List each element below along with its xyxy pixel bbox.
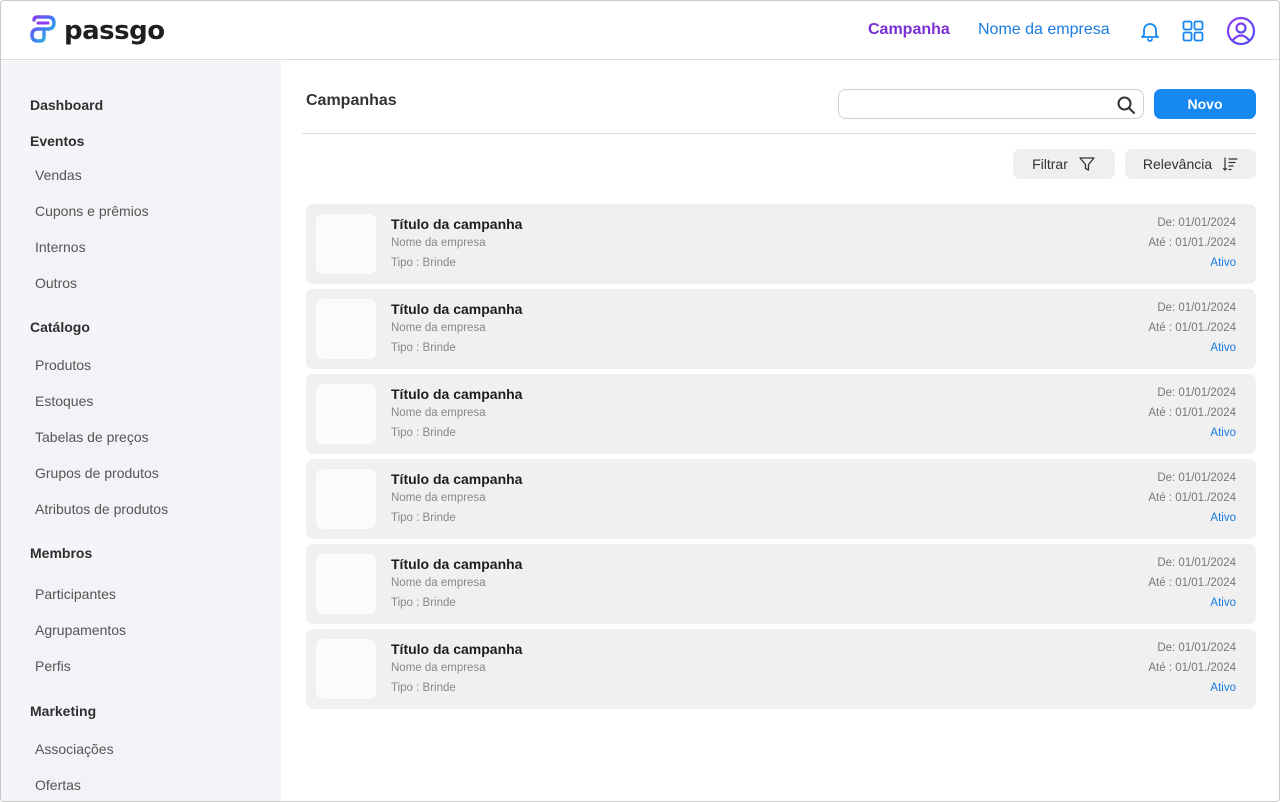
campaign-title: Título da campanha <box>391 471 523 487</box>
campaign-end-date: Até : 01/01./2024 <box>1148 322 1236 334</box>
campaign-start-date: De: 01/01/2024 <box>1157 557 1236 569</box>
sidebar-section-eventos[interactable]: Eventos <box>30 133 84 149</box>
campaign-card[interactable]: Título da campanha Nome da empresa Tipo … <box>306 459 1256 539</box>
filter-button[interactable]: Filtrar <box>1013 149 1115 179</box>
campaign-start-date: De: 01/01/2024 <box>1157 217 1236 229</box>
new-campaign-button[interactable]: Novo <box>1154 89 1256 119</box>
search-input[interactable] <box>839 90 1109 118</box>
campaign-end-date: Até : 01/01./2024 <box>1148 577 1236 589</box>
sidebar-section-membros[interactable]: Membros <box>30 545 92 561</box>
sidebar-item-tabelas-precos[interactable]: Tabelas de preços <box>31 423 255 451</box>
campaign-thumbnail <box>316 299 376 359</box>
campaign-end-date: Até : 01/01./2024 <box>1148 662 1236 674</box>
apps-grid-icon[interactable] <box>1179 17 1207 45</box>
campaign-status: Ativo <box>1210 342 1236 354</box>
bell-icon[interactable] <box>1136 17 1164 45</box>
campaign-card[interactable]: Título da campanha Nome da empresa Tipo … <box>306 204 1256 284</box>
sort-label: Relevância <box>1142 156 1213 172</box>
sidebar-section-catalogo[interactable]: Catálogo <box>30 319 90 335</box>
sidebar-item-internos[interactable]: Internos <box>31 233 255 261</box>
campaign-title: Título da campanha <box>391 386 523 402</box>
page-title: Campanhas <box>306 92 397 109</box>
campaign-company: Nome da empresa <box>391 407 486 419</box>
campaign-thumbnail <box>316 384 376 444</box>
campaign-start-date: De: 01/01/2024 <box>1157 472 1236 484</box>
sidebar-item-agrupamentos[interactable]: Agrupamentos <box>31 616 255 644</box>
sidebar-item-cupons[interactable]: Cupons e prêmios <box>31 197 255 225</box>
campaign-thumbnail <box>316 554 376 614</box>
sidebar: Dashboard Eventos Vendas Cupons e prêmio… <box>1 61 281 801</box>
top-bar: passgo Campanha Nome da empresa <box>1 1 1279 60</box>
nav-campanha-link[interactable]: Campanha <box>868 21 950 39</box>
sort-icon <box>1223 157 1238 171</box>
sidebar-section-dashboard[interactable]: Dashboard <box>30 97 103 113</box>
campaign-company: Nome da empresa <box>391 662 486 674</box>
campaign-card[interactable]: Título da campanha Nome da empresa Tipo … <box>306 289 1256 369</box>
sidebar-item-associacoes[interactable]: Associações <box>31 735 255 763</box>
campaign-status: Ativo <box>1210 427 1236 439</box>
sidebar-section-marketing[interactable]: Marketing <box>30 703 96 719</box>
passgo-logo-icon <box>30 15 56 43</box>
sidebar-item-estoques[interactable]: Estoques <box>31 387 255 415</box>
brand-name: passgo <box>64 16 165 46</box>
campaign-start-date: De: 01/01/2024 <box>1157 387 1236 399</box>
search-icon[interactable] <box>1116 95 1136 115</box>
filter-label: Filtrar <box>1032 156 1068 172</box>
campaign-thumbnail <box>316 469 376 529</box>
campaign-start-date: De: 01/01/2024 <box>1157 302 1236 314</box>
campaign-thumbnail <box>316 214 376 274</box>
sidebar-item-grupos-produtos[interactable]: Grupos de produtos <box>31 459 255 487</box>
campaign-company: Nome da empresa <box>391 492 486 504</box>
campaign-status: Ativo <box>1210 682 1236 694</box>
header-divider <box>302 133 1256 134</box>
campaign-status: Ativo <box>1210 597 1236 609</box>
app-window: passgo Campanha Nome da empresa Dashboar… <box>0 0 1280 802</box>
sort-button[interactable]: Relevância <box>1125 149 1256 179</box>
campaign-title: Título da campanha <box>391 216 523 232</box>
campaign-start-date: De: 01/01/2024 <box>1157 642 1236 654</box>
sidebar-item-outros[interactable]: Outros <box>31 269 255 297</box>
sidebar-item-produtos[interactable]: Produtos <box>31 351 255 379</box>
campaign-company: Nome da empresa <box>391 322 486 334</box>
campaign-company: Nome da empresa <box>391 577 486 589</box>
campaign-type: Tipo : Brinde <box>391 427 456 439</box>
sidebar-item-ofertas[interactable]: Ofertas <box>31 771 255 799</box>
campaign-status: Ativo <box>1210 257 1236 269</box>
brand-logo[interactable]: passgo <box>28 15 165 47</box>
search-box <box>838 89 1144 119</box>
sidebar-item-participantes[interactable]: Participantes <box>31 580 255 608</box>
campaign-end-date: Até : 01/01./2024 <box>1148 492 1236 504</box>
company-selector[interactable]: Nome da empresa <box>978 21 1110 39</box>
campaign-card[interactable]: Título da campanha Nome da empresa Tipo … <box>306 629 1256 709</box>
user-avatar-icon[interactable] <box>1225 15 1257 47</box>
campaign-status: Ativo <box>1210 512 1236 524</box>
campaign-type: Tipo : Brinde <box>391 512 456 524</box>
sidebar-item-atributos-produtos[interactable]: Atributos de produtos <box>31 495 255 523</box>
campaign-end-date: Até : 01/01./2024 <box>1148 407 1236 419</box>
campaign-card[interactable]: Título da campanha Nome da empresa Tipo … <box>306 544 1256 624</box>
sidebar-item-perfis[interactable]: Perfis <box>31 652 255 680</box>
campaign-title: Título da campanha <box>391 556 523 572</box>
campaign-title: Título da campanha <box>391 641 523 657</box>
funnel-icon <box>1079 157 1095 171</box>
campaign-thumbnail <box>316 639 376 699</box>
campaign-type: Tipo : Brinde <box>391 597 456 609</box>
campaign-card[interactable]: Título da campanha Nome da empresa Tipo … <box>306 374 1256 454</box>
campaign-title: Título da campanha <box>391 301 523 317</box>
campaign-end-date: Até : 01/01./2024 <box>1148 237 1236 249</box>
sidebar-item-vendas[interactable]: Vendas <box>31 161 255 189</box>
campaign-company: Nome da empresa <box>391 237 486 249</box>
campaign-type: Tipo : Brinde <box>391 342 456 354</box>
campaign-type: Tipo : Brinde <box>391 257 456 269</box>
campaign-type: Tipo : Brinde <box>391 682 456 694</box>
